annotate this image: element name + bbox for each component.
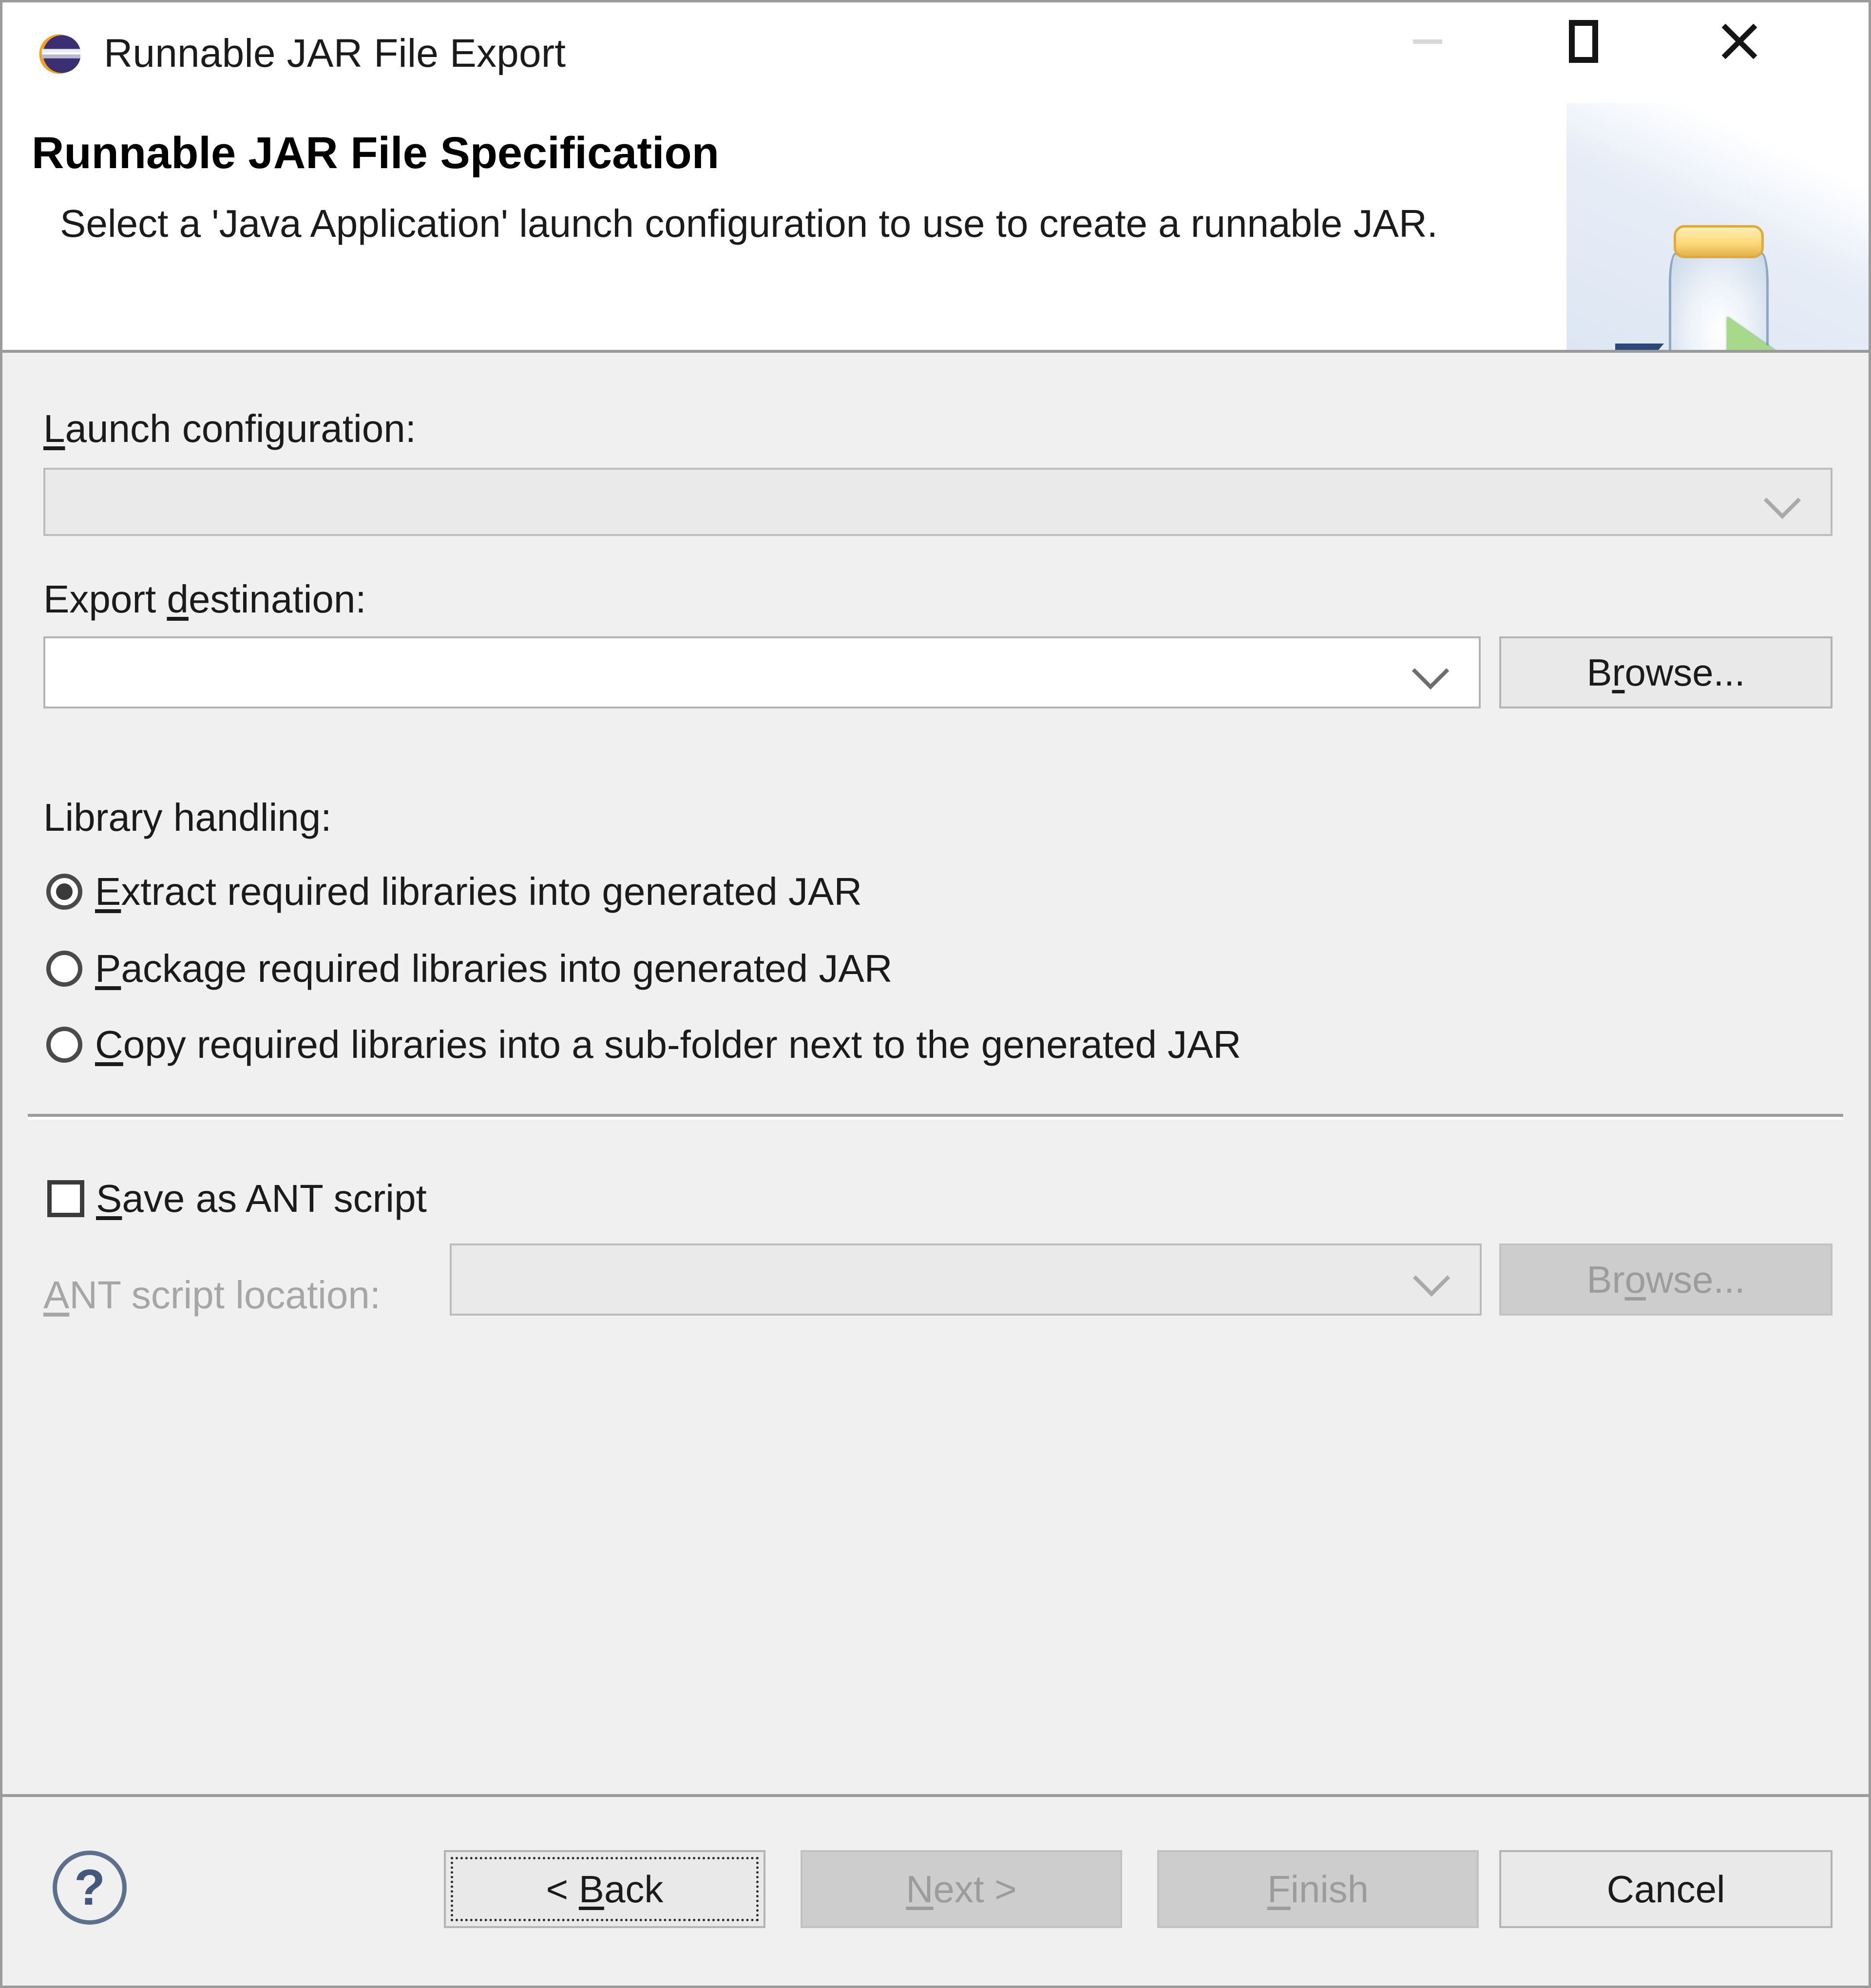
ant-script-location-label: ANT script location: (43, 1273, 381, 1317)
runnable-jar-icon (1588, 220, 1827, 352)
page-title: Runnable JAR File Specification (32, 128, 719, 178)
close-icon (1717, 19, 1762, 64)
launch-configuration-label: Launch configuration: (43, 407, 417, 450)
close-button[interactable] (1679, 2, 1800, 80)
export-destination-label: Export destination: (43, 577, 366, 621)
help-icon[interactable]: ? (53, 1851, 127, 1925)
maximize-icon (1569, 20, 1598, 63)
jar-cap-icon (1674, 225, 1764, 258)
radio-label: Extract required libraries into generate… (95, 870, 862, 913)
launch-configuration-combo[interactable] (43, 468, 1833, 536)
radio-package-required-libraries[interactable]: Package required libraries into generate… (46, 946, 892, 991)
browse-button-label: Browse... (1586, 650, 1745, 694)
dialog-body: Launch configuration: Export destination… (2, 353, 1869, 1794)
eclipse-icon (39, 34, 80, 74)
next-button-label: Next > (906, 1867, 1017, 1911)
export-destination-browse-button[interactable]: Browse... (1499, 636, 1833, 708)
chevron-down-icon (1412, 652, 1450, 690)
page-description: Select a 'Java Application' launch confi… (60, 202, 1438, 245)
next-button[interactable]: Next > (801, 1850, 1122, 1928)
checkbox-indicator (47, 1180, 84, 1217)
radio-label: Copy required libraries into a sub-folde… (95, 1023, 1241, 1066)
library-handling-label: Library handling: (43, 796, 332, 839)
minimize-button[interactable] (1367, 2, 1489, 80)
back-button[interactable]: < Back (444, 1850, 765, 1928)
checkbox-label: Save as ANT script (96, 1177, 427, 1220)
runnable-jar-export-dialog: Runnable JAR File Export Runnable JAR Fi… (0, 0, 1871, 1988)
minimize-icon (1413, 39, 1442, 44)
radio-copy-required-libraries[interactable]: Copy required libraries into a sub-folde… (46, 1022, 1241, 1067)
ant-script-location-browse-button[interactable]: Browse... (1499, 1243, 1833, 1316)
save-as-ant-script-checkbox[interactable]: Save as ANT script (47, 1176, 427, 1221)
radio-indicator (46, 1027, 82, 1063)
radio-label: Package required libraries into generate… (95, 947, 893, 990)
export-destination-combo[interactable] (43, 636, 1481, 708)
chevron-down-icon (1763, 481, 1801, 519)
window-title: Runnable JAR File Export (104, 31, 566, 76)
finish-button[interactable]: Finish (1157, 1850, 1479, 1928)
cancel-button[interactable]: Cancel (1499, 1850, 1833, 1928)
finish-button-label: Finish (1267, 1867, 1369, 1911)
radio-extract-required-libraries[interactable]: Extract required libraries into generate… (46, 869, 862, 914)
green-run-arrow-icon (1727, 317, 1786, 352)
radio-indicator (46, 874, 82, 910)
maximize-button[interactable] (1523, 2, 1644, 80)
radio-indicator (46, 951, 82, 987)
title-bar: Runnable JAR File Export (2, 2, 1869, 103)
ant-script-location-combo[interactable] (450, 1243, 1482, 1316)
chevron-down-icon (1413, 1259, 1451, 1297)
back-button-label: < Back (546, 1867, 664, 1911)
browse-button-label: Browse... (1586, 1258, 1745, 1301)
section-separator (28, 1114, 1843, 1117)
cancel-button-label: Cancel (1606, 1867, 1725, 1911)
wizard-banner: Runnable JAR File Specification Select a… (2, 103, 1869, 352)
